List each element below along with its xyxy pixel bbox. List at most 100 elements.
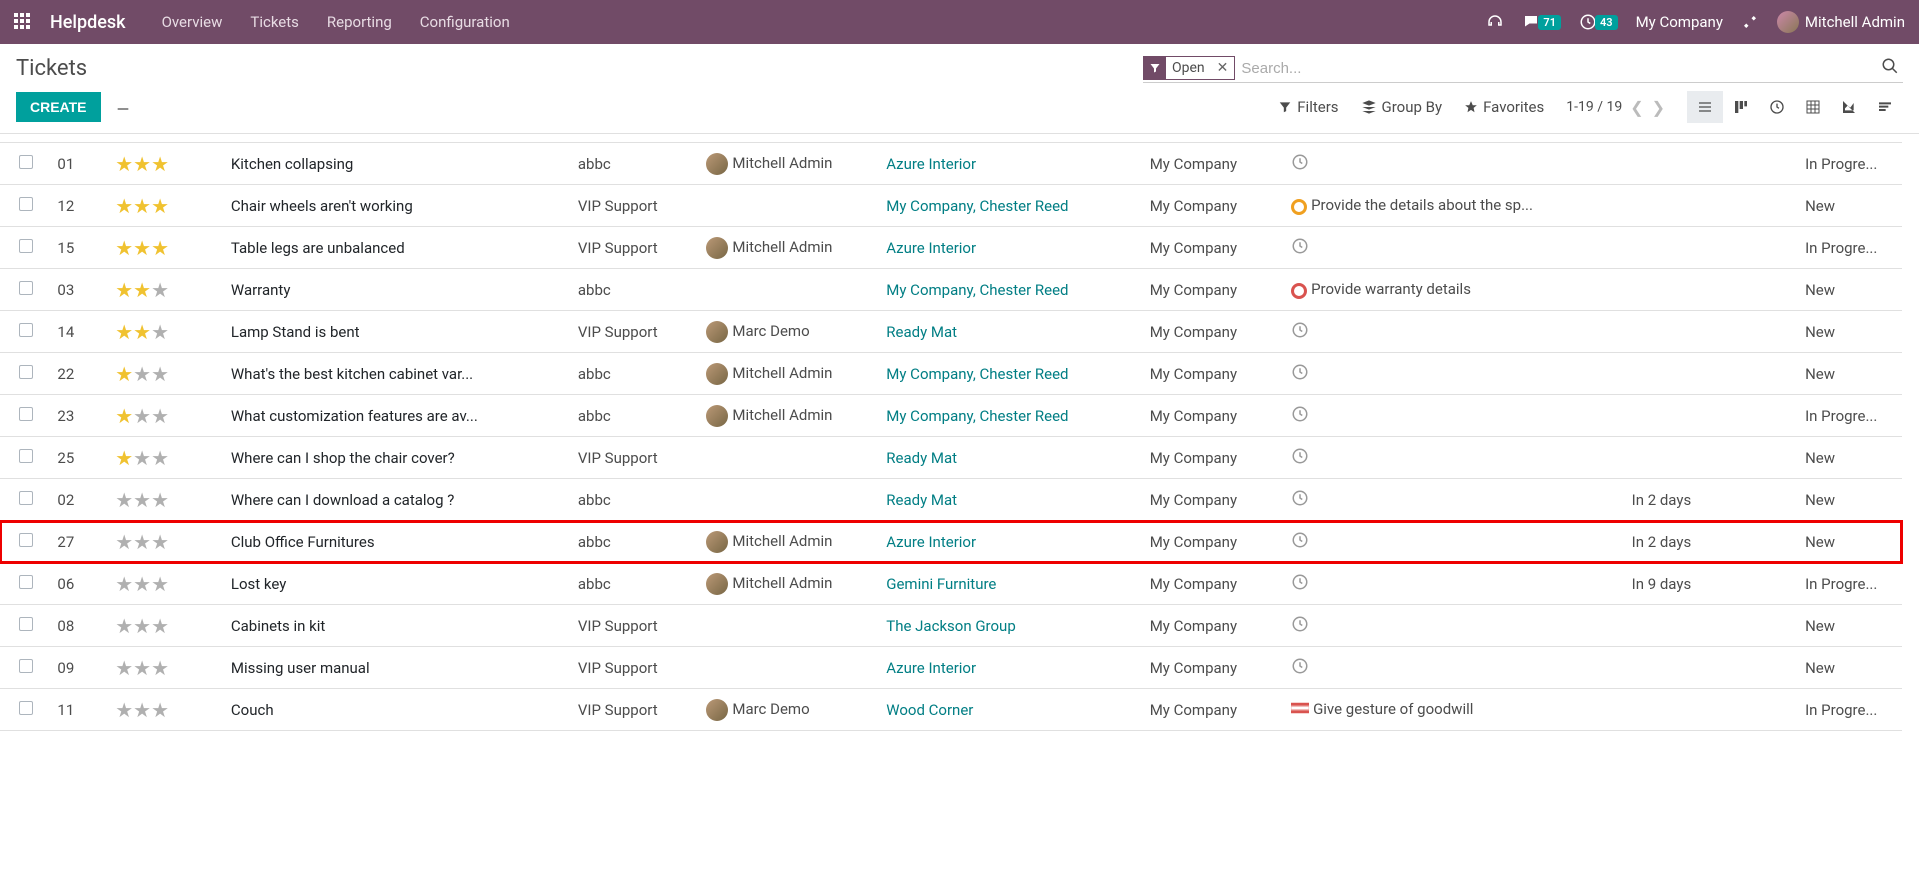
view-cohort-icon[interactable] — [1867, 91, 1903, 123]
customer-link[interactable]: The Jackson Group — [886, 617, 1015, 635]
clock-icon[interactable] — [1291, 615, 1309, 637]
priority-star[interactable]: ★ — [115, 194, 133, 218]
customer-link[interactable]: Gemini Furniture — [886, 575, 996, 593]
table-row[interactable]: 22★★★What's the best kitchen cabinet var… — [0, 353, 1902, 395]
priority-star[interactable]: ★ — [151, 320, 169, 344]
priority-star[interactable]: ★ — [115, 488, 133, 512]
apps-icon[interactable] — [14, 13, 32, 31]
groupby-button[interactable]: Group By — [1361, 98, 1443, 116]
table-row[interactable]: 23★★★What customization features are av.… — [0, 395, 1902, 437]
clock-icon[interactable] — [1291, 363, 1309, 385]
table-wrap[interactable]: 01★★★Kitchen collapsingabbcMitchell Admi… — [0, 134, 1919, 875]
customer-link[interactable]: Ready Mat — [886, 491, 957, 509]
clock-icon[interactable] — [1291, 321, 1309, 343]
import-icon[interactable] — [115, 97, 131, 117]
priority-star[interactable]: ★ — [151, 614, 169, 638]
priority-star[interactable]: ★ — [115, 236, 133, 260]
table-row[interactable]: 08★★★Cabinets in kitVIP SupportThe Jacks… — [0, 605, 1902, 647]
row-checkbox[interactable] — [19, 365, 33, 379]
table-row[interactable]: 01★★★Kitchen collapsingabbcMitchell Admi… — [0, 143, 1902, 185]
priority-star[interactable]: ★ — [133, 278, 151, 302]
clock-icon[interactable] — [1291, 573, 1309, 595]
priority-star[interactable]: ★ — [115, 152, 133, 176]
priority-star[interactable]: ★ — [115, 320, 133, 344]
customer-link[interactable]: Azure Interior — [886, 659, 976, 677]
row-checkbox[interactable] — [19, 281, 33, 295]
priority-star[interactable]: ★ — [133, 698, 151, 722]
priority-star[interactable]: ★ — [151, 194, 169, 218]
activity-ring-icon[interactable] — [1291, 199, 1307, 215]
priority-star[interactable]: ★ — [151, 446, 169, 470]
customer-link[interactable]: My Company, Chester Reed — [886, 407, 1068, 425]
row-checkbox[interactable] — [19, 491, 33, 505]
user-menu[interactable]: Mitchell Admin — [1777, 11, 1905, 33]
priority-star[interactable]: ★ — [133, 572, 151, 596]
favorites-button[interactable]: Favorites — [1464, 98, 1544, 116]
table-row[interactable]: 11★★★CouchVIP SupportMarc DemoWood Corne… — [0, 689, 1902, 731]
row-checkbox[interactable] — [19, 617, 33, 631]
customer-link[interactable]: Azure Interior — [886, 155, 976, 173]
priority-star[interactable]: ★ — [133, 446, 151, 470]
table-row[interactable]: 02★★★Where can I download a catalog ?abb… — [0, 479, 1902, 521]
row-checkbox[interactable] — [19, 197, 33, 211]
voip-icon[interactable] — [1486, 13, 1504, 31]
priority-star[interactable]: ★ — [115, 278, 133, 302]
customer-link[interactable]: My Company, Chester Reed — [886, 197, 1068, 215]
search-icon[interactable] — [1877, 57, 1903, 80]
priority-star[interactable]: ★ — [151, 278, 169, 302]
facet-remove[interactable]: ✕ — [1211, 60, 1235, 76]
priority-star[interactable]: ★ — [115, 404, 133, 428]
customer-link[interactable]: Wood Corner — [886, 701, 973, 719]
nav-overview[interactable]: Overview — [162, 13, 223, 31]
pager-next[interactable]: ❯ — [1652, 98, 1665, 117]
table-row[interactable]: 25★★★Where can I shop the chair cover?VI… — [0, 437, 1902, 479]
priority-star[interactable]: ★ — [115, 614, 133, 638]
search-input[interactable] — [1235, 58, 1877, 79]
clock-icon[interactable] — [1291, 447, 1309, 469]
customer-link[interactable]: My Company, Chester Reed — [886, 281, 1068, 299]
activity-ring-icon[interactable] — [1291, 283, 1307, 299]
view-list-icon[interactable] — [1687, 91, 1723, 123]
priority-star[interactable]: ★ — [151, 404, 169, 428]
priority-star[interactable]: ★ — [151, 656, 169, 680]
table-row[interactable]: 15★★★Table legs are unbalancedVIP Suppor… — [0, 227, 1902, 269]
view-activity-icon[interactable] — [1759, 91, 1795, 123]
priority-star[interactable]: ★ — [133, 320, 151, 344]
nav-configuration[interactable]: Configuration — [420, 13, 510, 31]
priority-star[interactable]: ★ — [151, 572, 169, 596]
row-checkbox[interactable] — [19, 659, 33, 673]
clock-icon[interactable] — [1291, 153, 1309, 175]
nav-reporting[interactable]: Reporting — [327, 13, 392, 31]
table-row[interactable]: 06★★★Lost keyabbcMitchell AdminGemini Fu… — [0, 563, 1902, 605]
priority-star[interactable]: ★ — [151, 488, 169, 512]
row-checkbox[interactable] — [19, 449, 33, 463]
filters-button[interactable]: Filters — [1278, 98, 1338, 116]
customer-link[interactable]: My Company, Chester Reed — [886, 365, 1068, 383]
customer-link[interactable]: Ready Mat — [886, 449, 957, 467]
pager-prev[interactable]: ❮ — [1630, 98, 1643, 117]
row-checkbox[interactable] — [19, 407, 33, 421]
row-checkbox[interactable] — [19, 533, 33, 547]
priority-star[interactable]: ★ — [151, 362, 169, 386]
priority-star[interactable]: ★ — [115, 446, 133, 470]
clock-icon[interactable] — [1291, 657, 1309, 679]
row-checkbox[interactable] — [19, 239, 33, 253]
row-checkbox[interactable] — [19, 155, 33, 169]
app-brand[interactable]: Helpdesk — [50, 12, 126, 33]
table-row[interactable]: 12★★★Chair wheels aren't workingVIP Supp… — [0, 185, 1902, 227]
priority-star[interactable]: ★ — [133, 194, 151, 218]
view-graph-icon[interactable] — [1831, 91, 1867, 123]
nav-tickets[interactable]: Tickets — [250, 13, 299, 31]
discuss-icon[interactable]: 71 — [1522, 13, 1561, 31]
priority-star[interactable]: ★ — [151, 152, 169, 176]
table-row[interactable]: 03★★★WarrantyabbcMy Company, Chester Ree… — [0, 269, 1902, 311]
priority-star[interactable]: ★ — [115, 572, 133, 596]
debug-icon[interactable] — [1741, 13, 1759, 31]
clock-icon[interactable] — [1291, 405, 1309, 427]
priority-star[interactable]: ★ — [151, 698, 169, 722]
view-kanban-icon[interactable] — [1723, 91, 1759, 123]
company-selector[interactable]: My Company — [1636, 13, 1723, 31]
priority-star[interactable]: ★ — [115, 698, 133, 722]
activities-icon[interactable]: 43 — [1579, 13, 1618, 31]
customer-link[interactable]: Ready Mat — [886, 323, 957, 341]
